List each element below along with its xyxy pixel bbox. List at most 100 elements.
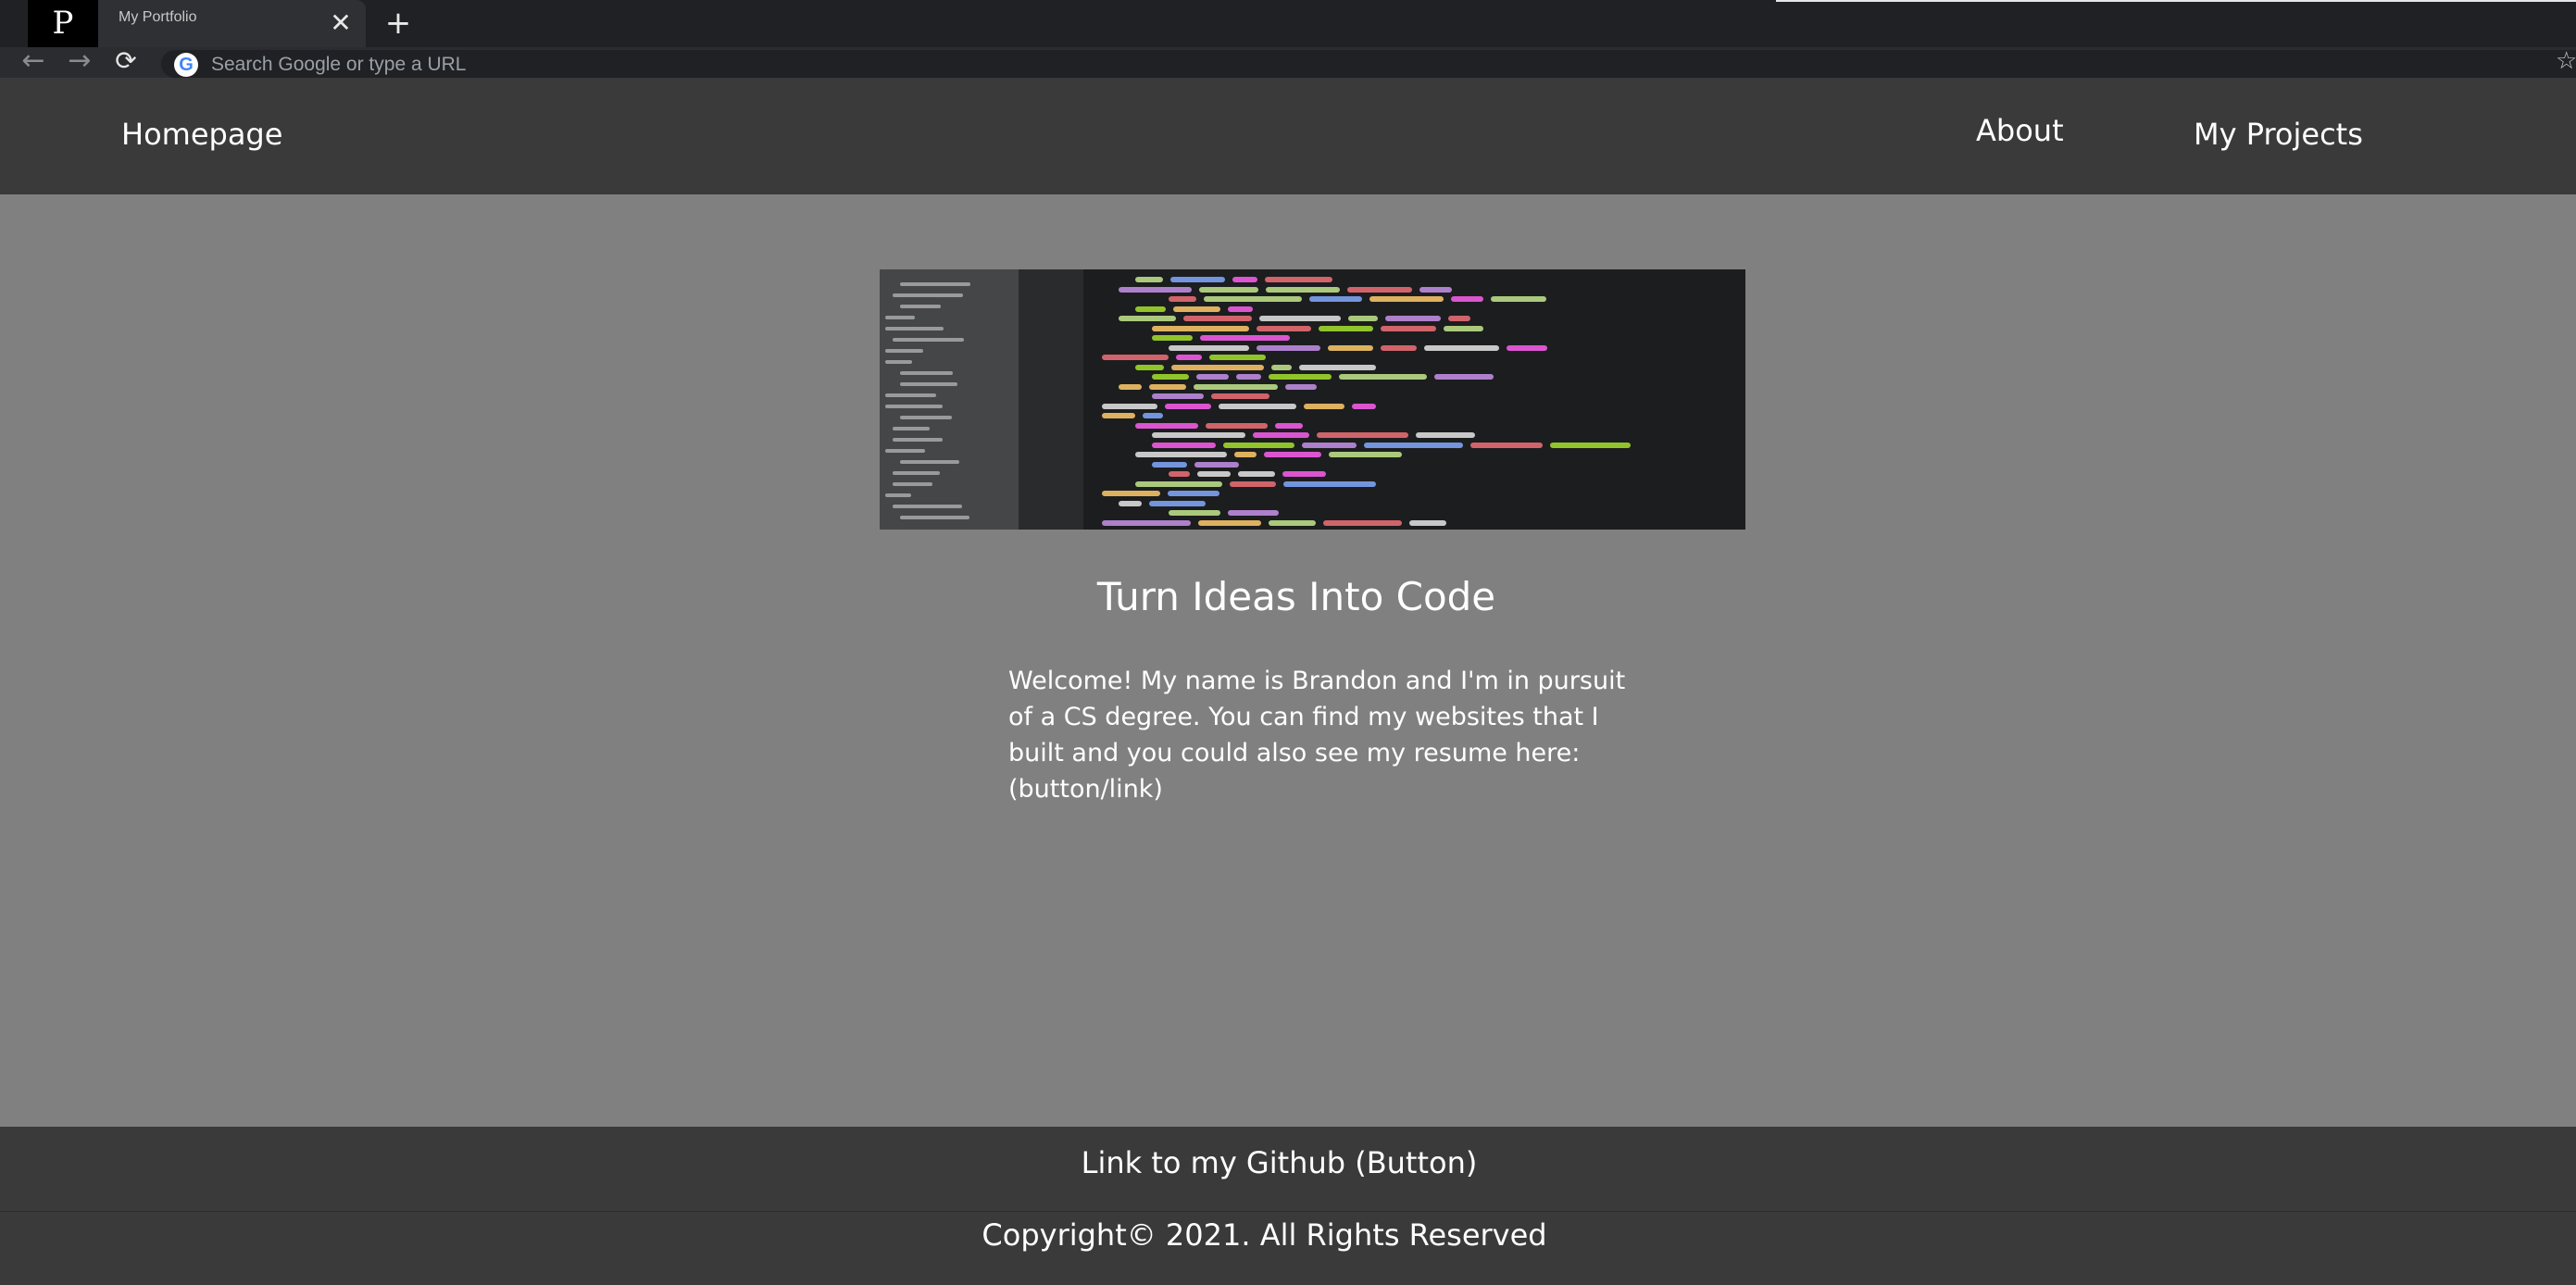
hero-code-token [1135,306,1166,312]
nav-homepage-link[interactable]: Homepage [121,117,282,152]
hero-code-token [1339,374,1427,380]
back-icon[interactable]: ← [13,47,54,78]
hero-code-token [1152,335,1193,341]
hero-code-token [1168,491,1219,496]
browser-tabstrip: P My Portfolio ✕ + [0,0,2576,47]
nav-about-link[interactable]: About [1976,113,2064,148]
hero-code-token [1223,442,1294,448]
hero-code-token [1211,393,1269,399]
hero-sidebar-entry [900,282,970,286]
hero-code-token [1152,461,1187,468]
hero-code-token [1149,500,1206,506]
hero-code-token [1319,325,1373,331]
hero-code-token [1197,471,1231,477]
hero-code-token [1152,432,1245,438]
hero-code-token [1236,374,1261,380]
hero-code-token [1102,355,1169,360]
intro-paragraph: Welcome! My name is Brandon and I'm in p… [1008,667,1626,804]
hero-code-token [1299,364,1376,370]
hero-code-token [1119,316,1176,321]
hero-code-token [1102,413,1135,418]
hero-code-token [1323,519,1402,526]
hero-code-token [1194,461,1239,468]
hero-code-token [1264,452,1321,457]
hero-code-token [1434,374,1494,380]
hero-code-token [1470,442,1543,448]
page-headline: Turn Ideas Into Code [1096,574,1496,619]
hero-code-token [1419,286,1452,293]
hero-code-token [1259,316,1341,321]
hero-code-token [1238,471,1275,477]
hero-code-token [1171,364,1264,370]
hero-code-token [1282,471,1326,477]
hero-code-token [1196,374,1229,380]
star-icon[interactable]: ☆ [2556,48,2576,74]
tabstrip-edge [1776,0,2576,2]
hero-sidebar-entry [893,505,962,508]
hero-sidebar-entry [900,516,969,519]
hero-code-token [1369,296,1444,302]
hero-code-token [1102,519,1191,526]
hero-sidebar-entry [893,482,932,486]
hero-sidebar-entry [885,449,925,453]
footer-link-bar: Link to my Github (Button) [0,1127,2576,1211]
hero-code-token [1275,422,1303,429]
hero-code-token [1119,500,1142,506]
hero-code-token [1169,510,1220,516]
hero-code-token [1200,335,1290,341]
new-tab-icon[interactable]: + [380,6,417,43]
hero-code-token [1152,374,1189,380]
hero-code-token [1149,383,1186,390]
hero-code-token [1170,277,1225,282]
hero-code-token [1169,471,1190,477]
hero-sidebar-entry [885,405,943,408]
hero-code-token [1169,296,1196,302]
browser-tab-my-portfolio[interactable]: P My Portfolio ✕ [28,0,366,47]
copyright-text: Copyright© 2021. All Rights Reserved [982,1217,1547,1253]
hero-sidebar-entry [885,349,923,353]
hero-code-token [1198,519,1261,526]
hero-code-token [1183,316,1252,321]
hero-code-token [1232,277,1257,282]
hero-code-token [1309,296,1362,302]
hero-editor-sidebar [880,269,1019,530]
hero-code-token [1266,286,1340,293]
hero-code-token [1302,442,1357,448]
hero-code-token [1165,403,1211,409]
hero-code-token [1135,364,1164,370]
hero-code-token [1271,364,1292,370]
favicon-icon: P [28,0,98,47]
hero-code-token [1102,491,1160,496]
forward-icon[interactable]: → [59,47,100,78]
hero-code-token [1234,452,1257,457]
hero-code-token [1317,432,1408,438]
hero-code-token [1444,325,1483,331]
hero-code-token [1347,286,1412,293]
hero-sidebar-entry [893,338,964,342]
hero-code-token [1135,452,1227,457]
hero-code-token [1364,442,1463,448]
hero-code-token [1152,442,1216,448]
hero-code-token [1209,355,1266,360]
hero-sidebar-entry [893,471,940,475]
hero-code-token [1253,432,1309,438]
nav-my-projects-link[interactable]: My Projects [2194,117,2363,152]
site-header: Homepage About My Projects [0,78,2576,194]
hero-code-token [1173,306,1220,312]
hero-sidebar-entry [893,427,930,430]
hero-code-token [1491,296,1546,302]
hero-code-token [1257,325,1311,331]
tab-title: My Portfolio [119,9,197,25]
hero-code-token [1269,519,1316,526]
hero-code-token [1152,325,1249,331]
hero-code-token [1550,442,1631,448]
reload-icon[interactable]: ⟳ [106,47,146,78]
github-link[interactable]: Link to my Github (Button) [0,1145,2558,1180]
hero-editor-gutter [1019,269,1083,530]
close-tab-icon[interactable]: ✕ [326,7,356,39]
hero-code-token [1230,480,1276,487]
hero-code-token [1269,374,1332,380]
hero-code-token [1385,316,1441,321]
omnibox[interactable]: G [161,50,2576,78]
address-bar-input[interactable] [211,52,1044,78]
